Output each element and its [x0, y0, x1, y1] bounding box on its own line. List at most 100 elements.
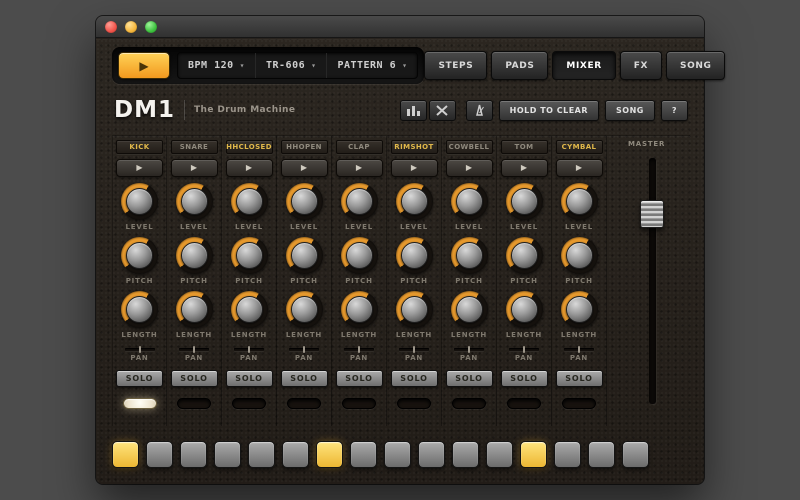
level-knob-cowbell[interactable] [451, 183, 488, 220]
titlebar[interactable] [96, 16, 704, 38]
tab-pads[interactable]: PADS [491, 51, 548, 80]
pan-slider-hhopen[interactable] [289, 348, 319, 351]
length-knob-snare[interactable] [176, 291, 213, 328]
preview-cymbal-button[interactable]: ▶ [556, 159, 603, 177]
tab-song[interactable]: SONG [666, 51, 725, 80]
step-pad-9[interactable] [384, 441, 411, 468]
step-pad-16[interactable] [622, 441, 649, 468]
channel-light-kick[interactable] [123, 398, 157, 409]
length-knob-cymbal[interactable] [561, 291, 598, 328]
drumsticks-button[interactable] [429, 100, 456, 121]
channel-select-clap[interactable]: CLAP [336, 140, 383, 154]
step-pad-10[interactable] [418, 441, 445, 468]
channel-light-tom[interactable] [507, 398, 541, 409]
length-knob-tom[interactable] [506, 291, 543, 328]
pitch-knob-tom[interactable] [506, 237, 543, 274]
level-knob-kick[interactable] [121, 183, 158, 220]
channel-select-kick[interactable]: KICK [116, 140, 163, 154]
solo-hhclosed-button[interactable]: SOLO [226, 370, 273, 387]
channel-light-clap[interactable] [342, 398, 376, 409]
tab-steps[interactable]: STEPS [424, 51, 487, 80]
pan-slider-snare[interactable] [179, 348, 209, 351]
pan-slider-handle[interactable] [358, 346, 360, 353]
solo-rimshot-button[interactable]: SOLO [391, 370, 438, 387]
metronome-button[interactable] [466, 100, 493, 121]
tab-mixer[interactable]: MIXER [552, 51, 615, 80]
level-knob-tom[interactable] [506, 183, 543, 220]
pitch-knob-cowbell[interactable] [451, 237, 488, 274]
channel-light-hhopen[interactable] [287, 398, 321, 409]
step-pad-4[interactable] [214, 441, 241, 468]
dropdown-pattern-6[interactable]: PATTERN 6▾ [327, 53, 417, 78]
pan-slider-cymbal[interactable] [564, 348, 594, 351]
preview-hhclosed-button[interactable]: ▶ [226, 159, 273, 177]
pan-slider-hhclosed[interactable] [234, 348, 264, 351]
play-button[interactable]: ▶ [118, 52, 170, 79]
step-pad-12[interactable] [486, 441, 513, 468]
dropdown-bpm-120[interactable]: BPM 120▾ [178, 53, 256, 78]
channel-light-cymbal[interactable] [562, 398, 596, 409]
step-pad-7[interactable] [316, 441, 343, 468]
preview-snare-button[interactable]: ▶ [171, 159, 218, 177]
hold-to-clear-button[interactable]: HOLD TO CLEAR [499, 100, 599, 121]
channel-select-rimshot[interactable]: RIMSHOT [391, 140, 438, 154]
pan-slider-clap[interactable] [344, 348, 374, 351]
step-pad-3[interactable] [180, 441, 207, 468]
preview-kick-button[interactable]: ▶ [116, 159, 163, 177]
pan-slider-handle[interactable] [523, 346, 525, 353]
level-knob-cymbal[interactable] [561, 183, 598, 220]
channel-light-hhclosed[interactable] [232, 398, 266, 409]
step-pad-2[interactable] [146, 441, 173, 468]
preview-cowbell-button[interactable]: ▶ [446, 159, 493, 177]
channel-light-cowbell[interactable] [452, 398, 486, 409]
channel-select-cymbal[interactable]: CYMBAL [556, 140, 603, 154]
pitch-knob-cymbal[interactable] [561, 237, 598, 274]
preview-clap-button[interactable]: ▶ [336, 159, 383, 177]
pitch-knob-kick[interactable] [121, 237, 158, 274]
step-pad-8[interactable] [350, 441, 377, 468]
preview-rimshot-button[interactable]: ▶ [391, 159, 438, 177]
preview-tom-button[interactable]: ▶ [501, 159, 548, 177]
solo-snare-button[interactable]: SOLO [171, 370, 218, 387]
zoom-window-button[interactable] [145, 21, 157, 33]
preview-hhopen-button[interactable]: ▶ [281, 159, 328, 177]
length-knob-hhclosed[interactable] [231, 291, 268, 328]
pan-slider-handle[interactable] [139, 346, 141, 353]
level-knob-rimshot[interactable] [396, 183, 433, 220]
level-knob-snare[interactable] [176, 183, 213, 220]
length-knob-kick[interactable] [121, 291, 158, 328]
pan-slider-rimshot[interactable] [399, 348, 429, 351]
step-pad-1[interactable] [112, 441, 139, 468]
channel-select-tom[interactable]: TOM [501, 140, 548, 154]
level-knob-hhopen[interactable] [286, 183, 323, 220]
master-fader[interactable] [649, 158, 656, 404]
length-knob-hhopen[interactable] [286, 291, 323, 328]
pan-slider-handle[interactable] [578, 346, 580, 353]
channel-select-hhclosed[interactable]: HHCLOSED [226, 140, 273, 154]
length-knob-clap[interactable] [341, 291, 378, 328]
pan-slider-handle[interactable] [468, 346, 470, 353]
mixer-levels-button[interactable] [400, 100, 427, 121]
pan-slider-kick[interactable] [125, 348, 155, 351]
solo-cymbal-button[interactable]: SOLO [556, 370, 603, 387]
length-knob-rimshot[interactable] [396, 291, 433, 328]
step-pad-13[interactable] [520, 441, 547, 468]
pitch-knob-clap[interactable] [341, 237, 378, 274]
pan-slider-handle[interactable] [248, 346, 250, 353]
channel-select-snare[interactable]: SNARE [171, 140, 218, 154]
minimize-window-button[interactable] [125, 21, 137, 33]
close-window-button[interactable] [105, 21, 117, 33]
solo-kick-button[interactable]: SOLO [116, 370, 163, 387]
pan-slider-cowbell[interactable] [454, 348, 484, 351]
step-pad-15[interactable] [588, 441, 615, 468]
pitch-knob-rimshot[interactable] [396, 237, 433, 274]
help-button[interactable]: ? [661, 100, 688, 121]
pan-slider-handle[interactable] [413, 346, 415, 353]
level-knob-hhclosed[interactable] [231, 183, 268, 220]
solo-hhopen-button[interactable]: SOLO [281, 370, 328, 387]
pan-slider-handle[interactable] [303, 346, 305, 353]
solo-cowbell-button[interactable]: SOLO [446, 370, 493, 387]
channel-select-hhopen[interactable]: HHOPEN [281, 140, 328, 154]
master-fader-handle[interactable] [640, 200, 664, 228]
pan-slider-handle[interactable] [193, 346, 195, 353]
